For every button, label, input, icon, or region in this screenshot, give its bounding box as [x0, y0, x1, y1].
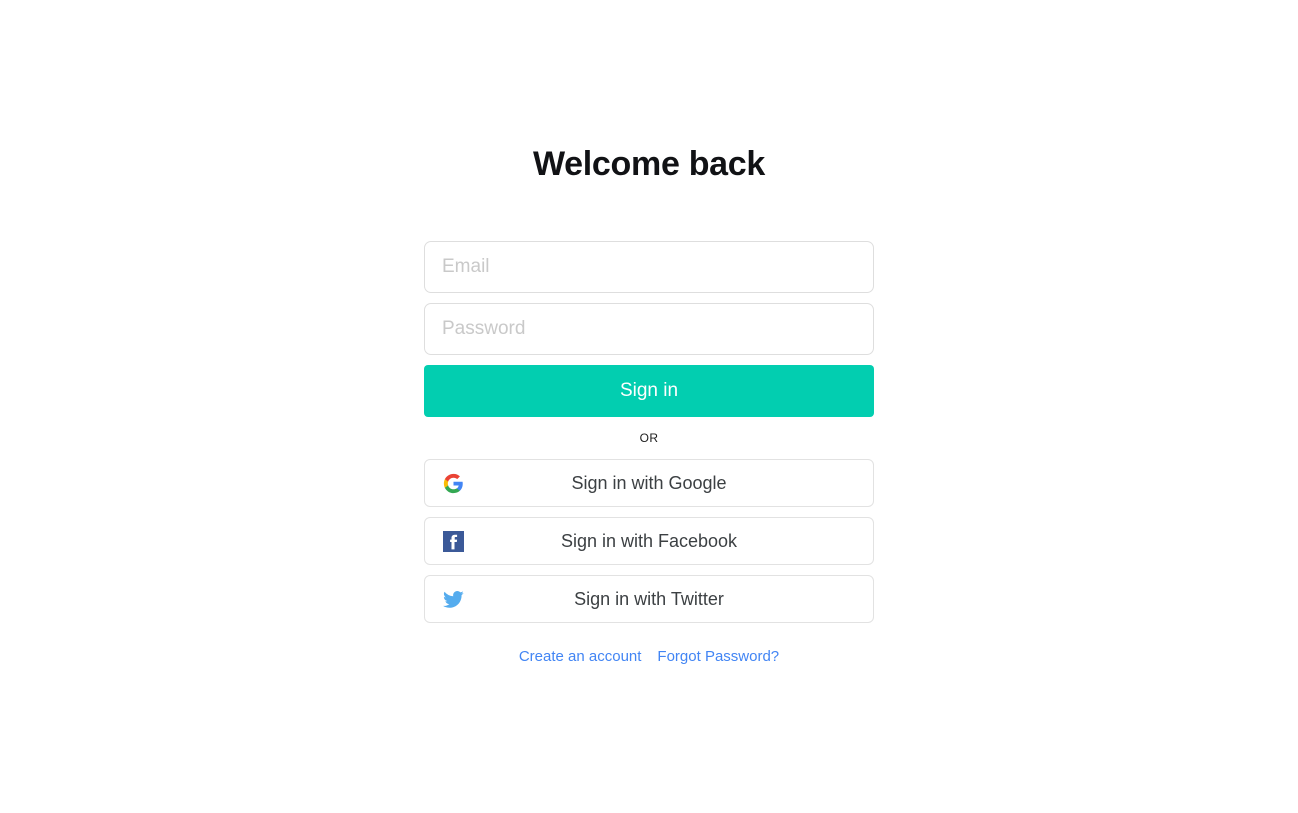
- social-button-label: Sign in with Facebook: [560, 530, 738, 551]
- email-field[interactable]: [424, 241, 874, 293]
- social-button-label: Sign in with Google: [571, 472, 727, 493]
- login-form-card: Welcome back Sign in OR Sign in with Goo…: [424, 130, 874, 665]
- sign-in-with-google-button[interactable]: Sign in with Google: [424, 459, 874, 507]
- login-page: Welcome back Sign in OR Sign in with Goo…: [0, 0, 1298, 813]
- social-sign-in-list: Sign in with Google Sign in with Faceboo…: [424, 459, 874, 623]
- or-divider-label: OR: [639, 431, 659, 445]
- create-account-link[interactable]: Create an account: [519, 648, 642, 665]
- sign-in-with-twitter-button[interactable]: Sign in with Twitter: [424, 575, 874, 623]
- google-icon: [442, 472, 464, 494]
- password-field[interactable]: [424, 303, 874, 355]
- sign-in-button[interactable]: Sign in: [424, 365, 874, 417]
- sign-in-with-facebook-button[interactable]: Sign in with Facebook: [424, 517, 874, 565]
- social-button-label: Sign in with Twitter: [574, 588, 724, 609]
- twitter-icon: [442, 588, 464, 610]
- facebook-icon: [442, 530, 464, 552]
- page-title: Welcome back: [533, 145, 765, 183]
- auth-links-row: Create an account Forgot Password?: [424, 648, 874, 665]
- credentials-fields: Sign in: [424, 241, 874, 417]
- forgot-password-link[interactable]: Forgot Password?: [657, 648, 779, 665]
